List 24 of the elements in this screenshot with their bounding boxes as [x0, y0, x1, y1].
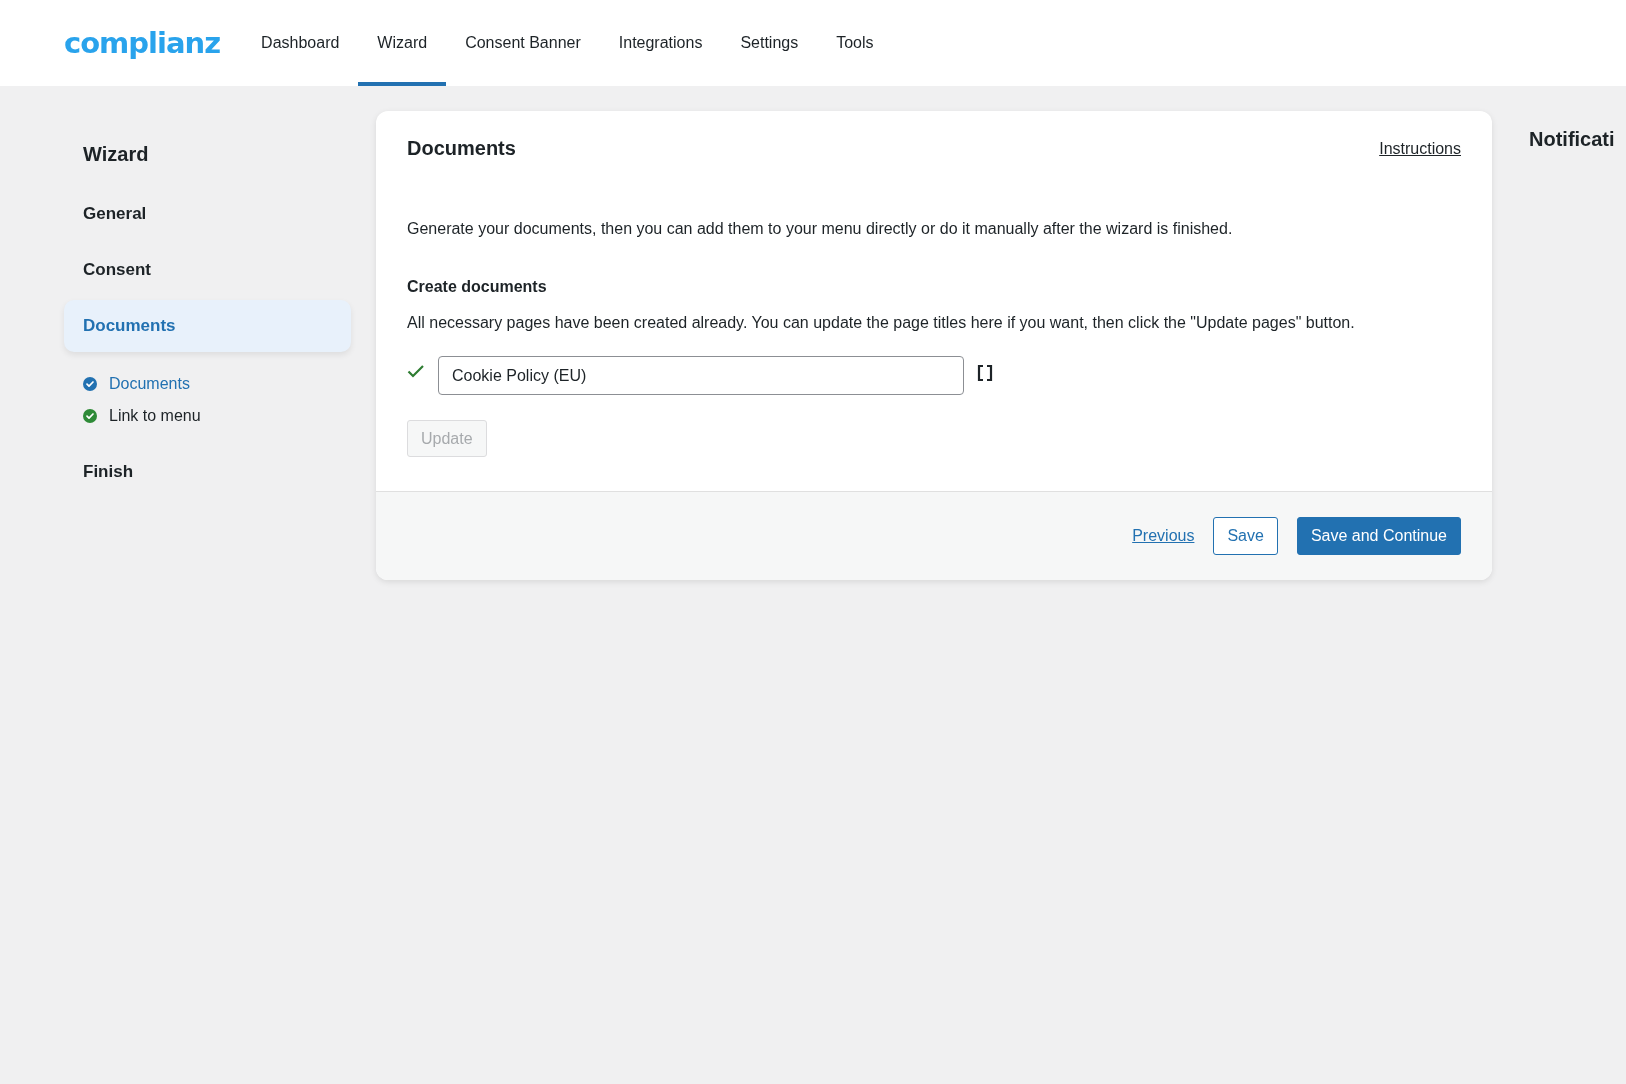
sidebar-step[interactable]: Documents: [64, 300, 351, 352]
nav-tab[interactable]: Dashboard: [242, 0, 359, 86]
save-and-continue-button[interactable]: Save and Continue: [1296, 517, 1461, 555]
sidebar-title: Wizard: [83, 143, 150, 166]
sidebar-step[interactable]: General: [64, 188, 351, 240]
sidebar-step[interactable]: Finish: [64, 446, 351, 498]
intro-text: Generate your documents, then you can add them to your menu directly or do it manually after the wizard is finished.: [407, 220, 1234, 238]
section-text: All necessary pages have been created already. You can update the page titles here if you want, then click the "Update pages" button.: [407, 314, 1356, 332]
instructions-link[interactable]: Instructions: [1379, 139, 1461, 158]
previous-link[interactable]: Previous: [1132, 527, 1195, 545]
sidebar-substep[interactable]: Link to menu: [109, 407, 201, 425]
sidebar-step[interactable]: Consent: [64, 244, 351, 296]
notifications-title: Notificati: [1529, 128, 1615, 151]
brackets-icon[interactable]: [977, 363, 993, 382]
card-title: Documents: [407, 137, 516, 160]
section-title: Create documents: [407, 278, 548, 296]
nav-tab[interactable]: Consent Banner: [446, 0, 600, 86]
nav-tab[interactable]: Integrations: [599, 0, 722, 86]
nav-tab[interactable]: Settings: [721, 0, 818, 86]
nav-tab[interactable]: Tools: [817, 0, 893, 86]
nav-tab[interactable]: Wizard: [358, 0, 447, 86]
sidebar-substep[interactable]: Documents: [109, 375, 190, 393]
page-title-input[interactable]: Cookie Policy (EU): [438, 356, 964, 395]
save-button[interactable]: Save: [1213, 517, 1278, 555]
